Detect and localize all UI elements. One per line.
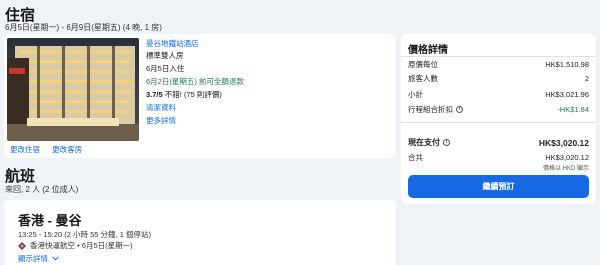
stay-dates: 6月5日(星期一) - 6月9日(星期五) (4 晚, 1 房): [5, 23, 162, 32]
discount-row: 行程組合折扣 i -HK$1.84: [408, 104, 589, 115]
room-type: 標準雙人房: [146, 51, 184, 60]
rating-word: 不錯!: [164, 90, 182, 99]
flight-card: 香港 - 曼谷 13:25 - 15:20 (2 小時 55 分鐘, 1 個停站…: [4, 200, 396, 265]
hotel-name-link[interactable]: 曼谷地鐵站酒店: [146, 39, 199, 49]
airline-logo-icon: [18, 241, 26, 250]
pay-now-value: HK$3,020.12: [538, 137, 589, 148]
continue-booking-button[interactable]: 繼續預訂: [408, 175, 589, 198]
price-row-value: HK$1,510.98: [545, 60, 589, 69]
info-icon[interactable]: i: [443, 139, 450, 146]
price-row-value: HK$3,021.96: [545, 90, 589, 99]
change-stay-link[interactable]: 更改住宿: [10, 145, 40, 154]
flight-route: 香港 - 曼谷: [18, 213, 82, 228]
flight-section-title: 航班: [5, 168, 36, 185]
price-row-label: 旅客人數: [408, 74, 438, 83]
price-row-label: 行程組合折扣: [408, 105, 453, 114]
info-icon[interactable]: i: [456, 106, 463, 113]
price-row-value: 2: [584, 74, 589, 83]
total-value: HK$3,020.12: [545, 153, 589, 162]
total-label: 合共: [408, 153, 423, 162]
review-count: (75 則評價): [183, 90, 222, 99]
price-row: 旅客人數 2: [408, 73, 589, 84]
airline-name: 香港快運航空 • 6月5日(星期一): [30, 241, 133, 250]
more-details-link[interactable]: 更多詳情: [146, 116, 176, 126]
flight-details-label: 顯示詳情: [18, 254, 48, 263]
change-room-link[interactable]: 更改客房: [52, 145, 82, 154]
flight-subtitle: 來回, 2 人 (2 位成人): [5, 185, 79, 194]
total-row: 合共 HK$3,020.12: [408, 152, 589, 163]
hotel-image[interactable]: [7, 38, 139, 141]
price-row-label: 小計: [408, 90, 423, 99]
checkin-date: 6月5日入住: [146, 64, 185, 73]
price-details-card: 價格詳情 原價每位 HK$1,510.98 旅客人數 2 小計 HK$3,021…: [401, 34, 596, 204]
flight-details-toggle[interactable]: 顯示詳情: [18, 253, 59, 264]
pay-now-row: 現在支付 i HK$3,020.12: [408, 137, 589, 148]
divider: [401, 56, 596, 57]
airline-row: 香港快運航空 • 6月5日(星期一): [18, 240, 133, 251]
chevron-down-icon: [52, 254, 59, 263]
price-row: 小計 HK$3,021.96: [408, 89, 589, 100]
price-row: 原價每位 HK$1,510.98: [408, 59, 589, 70]
currency-note: 價格以 HKD 顯示: [542, 166, 589, 172]
rating-score: 3.7/5: [146, 90, 163, 99]
hotel-card: 曼谷地鐵站酒店 標準雙人房 6月5日入住 6月2日(星期五) 前可全額退款 3.…: [4, 34, 396, 158]
price-row-label: 原價每位: [408, 60, 438, 69]
flight-time: 13:25 - 15:20 (2 小時 55 分鐘, 1 個停站): [18, 230, 151, 239]
discount-value: -HK$1.84: [557, 105, 589, 114]
cancellation-policy: 6月2日(星期五) 前可全額退款: [146, 77, 244, 86]
cleaning-info-link[interactable]: 清潔資料: [146, 103, 176, 113]
rating-row: 3.7/5 不錯! (75 則評價): [146, 90, 222, 100]
price-details-title: 價格詳情: [408, 45, 448, 56]
divider: [401, 122, 596, 123]
pay-now-label: 現在支付: [408, 138, 440, 147]
